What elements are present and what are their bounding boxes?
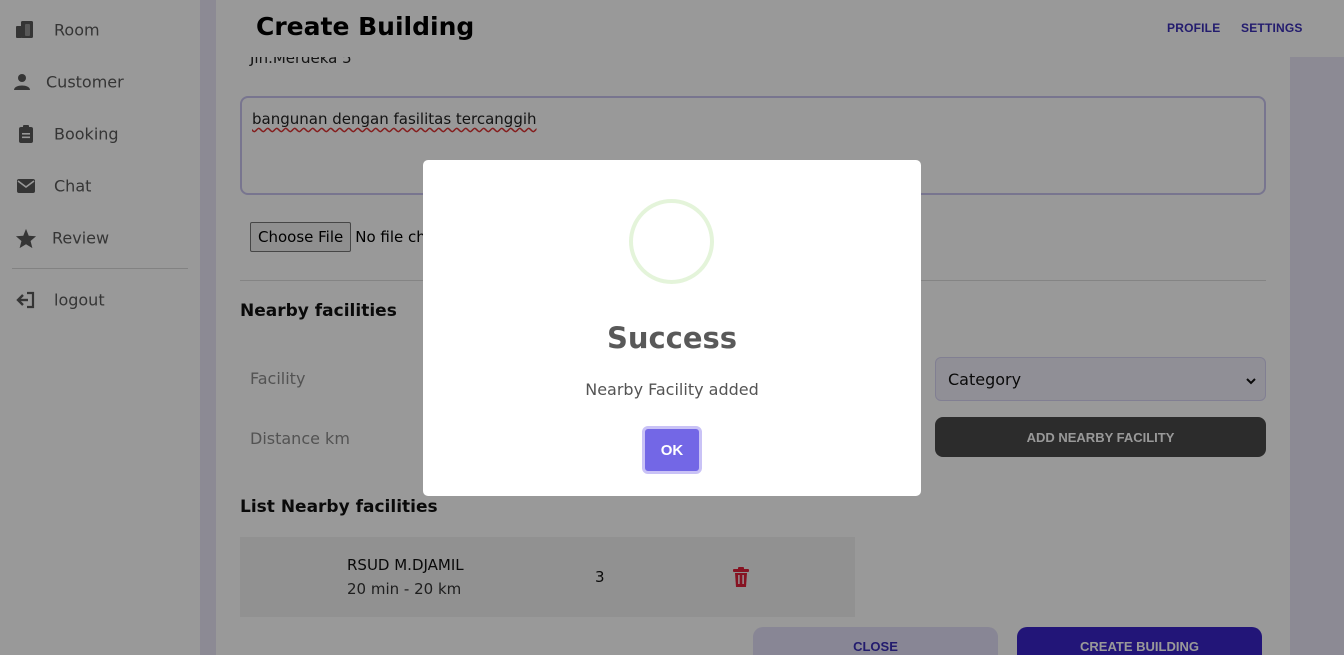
success-dialog: Success Nearby Facility added OK <box>423 160 921 496</box>
ok-button[interactable]: OK <box>642 426 702 474</box>
dialog-title: Success <box>606 321 738 355</box>
success-icon <box>629 199 714 284</box>
dialog-message: Nearby Facility added <box>585 380 759 399</box>
